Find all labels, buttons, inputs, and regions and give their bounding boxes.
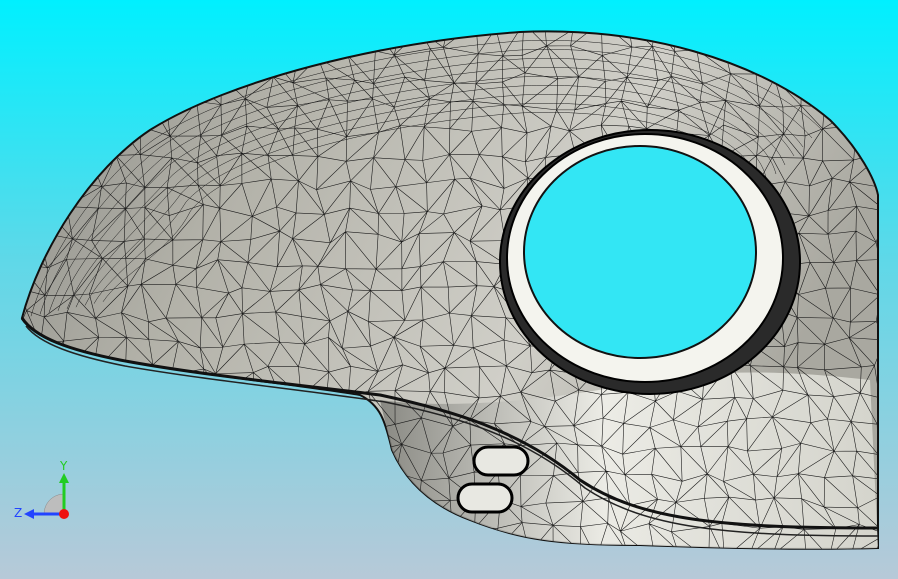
triad-z-arrow [24,509,34,519]
slot-lower [456,482,514,514]
triad-y-arrow [59,473,69,483]
slot-upper [472,445,530,477]
view-triad[interactable]: Y Z [8,455,88,535]
mesh-model[interactable] [0,0,898,579]
opening-hole [523,145,757,359]
triad-origin [59,509,69,519]
triad-z-label: Z [14,506,22,520]
triad-y-label: Y [59,459,68,473]
3d-viewport[interactable]: Y Z [0,0,898,579]
